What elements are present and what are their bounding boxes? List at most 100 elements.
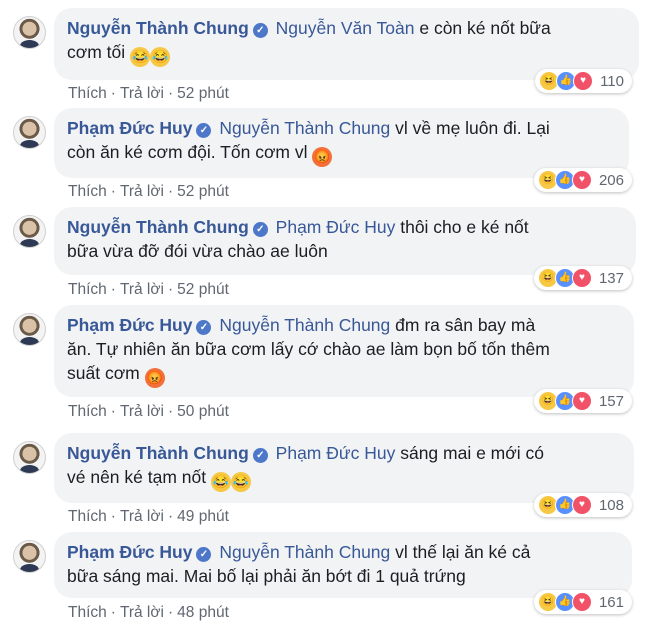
comment-mention[interactable]: Nguyễn Thành Chung (219, 542, 390, 562)
comment-time[interactable]: 48 phút (177, 604, 229, 621)
verified-badge-icon: ✓ (252, 23, 268, 38)
love-icon: ♥ (571, 592, 592, 612)
comment-author[interactable]: Phạm Đức Huy (67, 315, 192, 335)
reaction-summary[interactable]: 😆 👍 ♥ 157 (533, 389, 632, 413)
laughing-emoji-icon: 😂 (211, 472, 231, 492)
like-link[interactable]: Thích (68, 604, 107, 621)
reaction-count: 137 (598, 269, 624, 287)
avatar-shirt (20, 40, 39, 48)
reaction-count: 110 (600, 72, 624, 90)
avatar[interactable] (13, 116, 46, 149)
comment-actions: Thích · Trả lời · 49 phút (68, 508, 229, 526)
laughing-emoji-icon: 😂 (231, 472, 251, 492)
separator: · (110, 85, 116, 102)
laughing-emoji-icon: 😂 (150, 47, 171, 67)
comment-actions: Thích · Trả lời · 52 phút (68, 281, 229, 299)
angry-emoji-icon: 😡 (312, 147, 333, 167)
comment-bubble: Nguyễn Thành Chung ✓ Phạm Đức Huy thôi ch… (54, 207, 636, 275)
love-icon: ♥ (571, 170, 592, 190)
avatar-shirt (20, 239, 39, 247)
comment-text-line2: còn ăn ké cơm đội. Tốn cơm vl (67, 142, 308, 162)
avatar-shirt (20, 337, 39, 345)
comment-actions: Thích · Trả lời · 50 phút (68, 403, 229, 421)
avatar[interactable] (13, 313, 46, 346)
comment-text-line2: vé nên ké tạm nốt (67, 467, 207, 487)
comment-author[interactable]: Nguyễn Thành Chung (67, 217, 249, 237)
like-link[interactable]: Thích (68, 403, 107, 420)
comment-text-line1: vl thế lại ăn ké cả (395, 542, 531, 562)
like-link[interactable]: Thích (68, 281, 107, 298)
avatar[interactable] (13, 441, 46, 474)
comment-text-line2: ăn. Tự nhiên ăn bữa cơm lấy cớ chào ae l… (67, 339, 550, 359)
avatar[interactable] (13, 540, 46, 573)
comment-mention[interactable]: Phạm Đức Huy (276, 443, 396, 463)
reaction-summary[interactable]: 😆 👍 ♥ 137 (533, 266, 632, 290)
comment-actions: Thích · Trả lời · 52 phút (68, 183, 229, 201)
reply-link[interactable]: Trả lời (120, 281, 164, 298)
comment-author[interactable]: Phạm Đức Huy (67, 542, 192, 562)
comment-mention[interactable]: Phạm Đức Huy (276, 217, 396, 237)
reaction-count: 206 (598, 171, 624, 189)
comment-author[interactable]: Nguyễn Thành Chung (67, 443, 249, 463)
reply-link[interactable]: Trả lời (120, 85, 164, 102)
avatar-shirt (20, 140, 39, 148)
avatar[interactable] (13, 215, 46, 248)
love-icon: ♥ (571, 391, 592, 411)
comment-text-line2: cơm tối (67, 42, 126, 62)
comment-text-line3: suất cơm (67, 363, 140, 383)
reply-link[interactable]: Trả lời (120, 508, 164, 525)
comment-author[interactable]: Phạm Đức Huy (67, 118, 192, 138)
reaction-summary[interactable]: 😆 👍 ♥ 108 (533, 493, 632, 517)
separator: · (167, 85, 174, 102)
comment-actions: Thích · Trả lời · 52 phút (68, 85, 229, 103)
comment-mention[interactable]: Nguyễn Thành Chung (219, 118, 390, 138)
like-link[interactable]: Thích (68, 183, 107, 200)
comment-text-line1: sáng mai e mới có (400, 443, 544, 463)
separator: · (110, 281, 116, 298)
comment-time[interactable]: 52 phút (177, 281, 229, 298)
laughing-emoji-icon: 😂 (130, 47, 151, 67)
comment-text-line1: thôi cho e ké nốt (400, 217, 529, 237)
comment-bubble: Phạm Đức Huy ✓ Nguyễn Thành Chung đm ra s… (54, 305, 634, 397)
reaction-summary[interactable]: 😆 👍 ♥ 110 (535, 69, 632, 93)
reaction-summary[interactable]: 😆 👍 ♥ 161 (533, 590, 632, 614)
love-icon: ♥ (571, 495, 592, 515)
like-link[interactable]: Thích (68, 85, 107, 102)
comment-author[interactable]: Nguyễn Thành Chung (67, 18, 249, 38)
verified-badge-icon: ✓ (196, 123, 212, 138)
separator: · (167, 403, 174, 420)
love-icon: ♥ (573, 71, 594, 91)
reply-link[interactable]: Trả lời (120, 183, 164, 200)
reply-link[interactable]: Trả lời (120, 604, 164, 621)
avatar-shirt (20, 564, 39, 572)
separator: · (167, 281, 174, 298)
reaction-count: 157 (598, 392, 624, 410)
reply-link[interactable]: Trả lời (120, 403, 164, 420)
separator: · (110, 183, 116, 200)
reaction-count: 161 (598, 593, 624, 611)
verified-badge-icon: ✓ (252, 222, 268, 237)
avatar[interactable] (13, 16, 46, 49)
comment-time[interactable]: 50 phút (177, 403, 229, 420)
comment-time[interactable]: 52 phút (177, 183, 229, 200)
comment-mention[interactable]: Nguyễn Văn Toàn (276, 18, 415, 38)
separator: · (167, 508, 174, 525)
verified-badge-icon: ✓ (196, 547, 212, 562)
separator: · (167, 604, 174, 621)
like-link[interactable]: Thích (68, 508, 107, 525)
verified-badge-icon: ✓ (252, 448, 268, 463)
comment-text-line1: đm ra sân bay mà (395, 315, 536, 335)
comment-time[interactable]: 52 phút (177, 85, 229, 102)
comment-text-line1: vl về mẹ luôn đi. Lại (395, 118, 550, 138)
avatar-shirt (20, 465, 39, 473)
separator: · (110, 604, 116, 621)
angry-emoji-icon: 😡 (144, 368, 165, 388)
reaction-count: 108 (598, 496, 624, 514)
comment-time[interactable]: 49 phút (177, 508, 229, 525)
comment-mention[interactable]: Nguyễn Thành Chung (219, 315, 390, 335)
comment-text-line2: bữa vừa đỡ đói vừa chào ae luôn (67, 241, 328, 261)
separator: · (110, 508, 116, 525)
love-icon: ♥ (571, 268, 592, 288)
comment-bubble: Phạm Đức Huy ✓ Nguyễn Thành Chung vl thế … (54, 532, 632, 598)
reaction-summary[interactable]: 😆 👍 ♥ 206 (533, 168, 632, 192)
